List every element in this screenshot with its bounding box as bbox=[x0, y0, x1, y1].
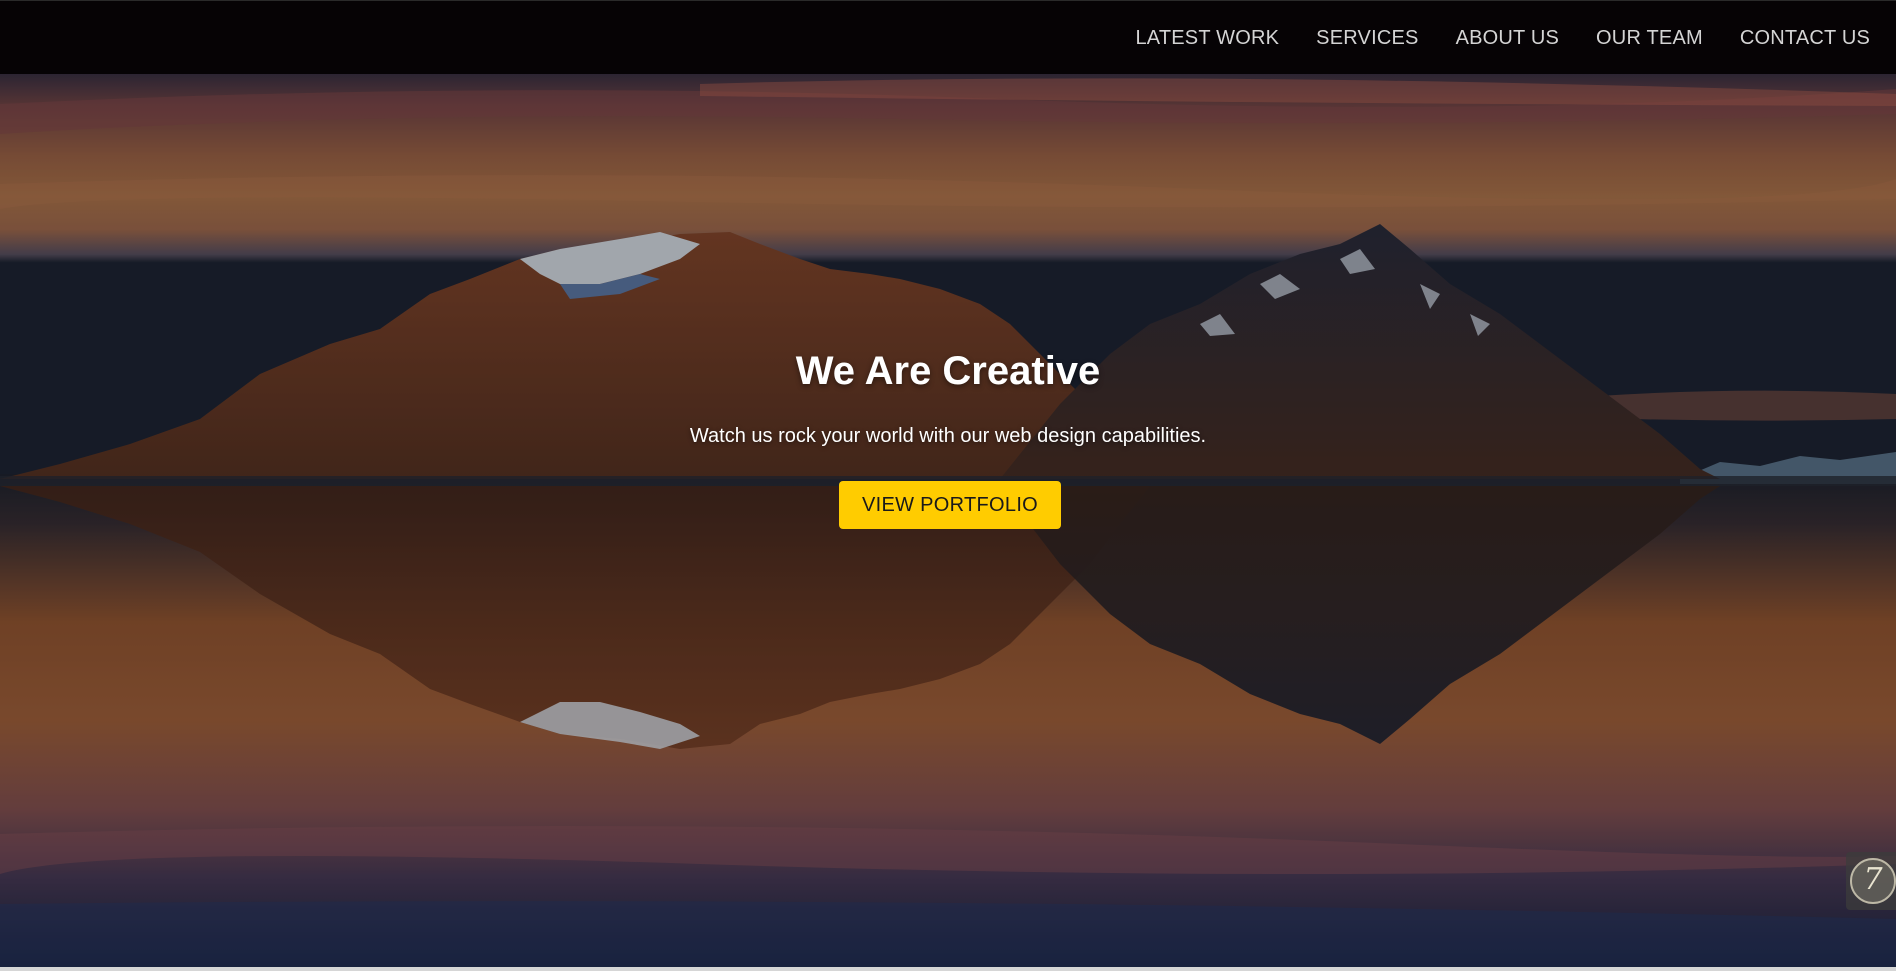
view-portfolio-button[interactable]: VIEW PORTFOLIO bbox=[839, 481, 1061, 529]
bottom-border bbox=[0, 967, 1896, 971]
nav-item-latest-work[interactable]: LATEST WORK bbox=[1135, 27, 1279, 50]
nav-item-contact-us[interactable]: CONTACT US bbox=[1740, 27, 1870, 50]
nav-item-services[interactable]: SERVICES bbox=[1316, 27, 1418, 50]
hero-subtitle: Watch us rock your world with our web de… bbox=[689, 425, 1207, 447]
hero-section: We Are Creative Watch us rock your world… bbox=[0, 74, 1896, 967]
nav-item-our-team[interactable]: OUR TEAM bbox=[1596, 27, 1703, 50]
assistant-icon: 7 bbox=[1850, 858, 1896, 904]
nav-menu: LATEST WORK SERVICES ABOUT US OUR TEAM C… bbox=[1098, 1, 1870, 75]
floating-assistant-widget[interactable]: 7 bbox=[1846, 852, 1896, 910]
top-navbar: LATEST WORK SERVICES ABOUT US OUR TEAM C… bbox=[0, 0, 1896, 74]
hero-content: We Are Creative Watch us rock your world… bbox=[0, 74, 1896, 967]
nav-item-about-us[interactable]: ABOUT US bbox=[1456, 27, 1559, 50]
page: LATEST WORK SERVICES ABOUT US OUR TEAM C… bbox=[0, 0, 1896, 971]
hero-title: We Are Creative bbox=[795, 349, 1101, 393]
